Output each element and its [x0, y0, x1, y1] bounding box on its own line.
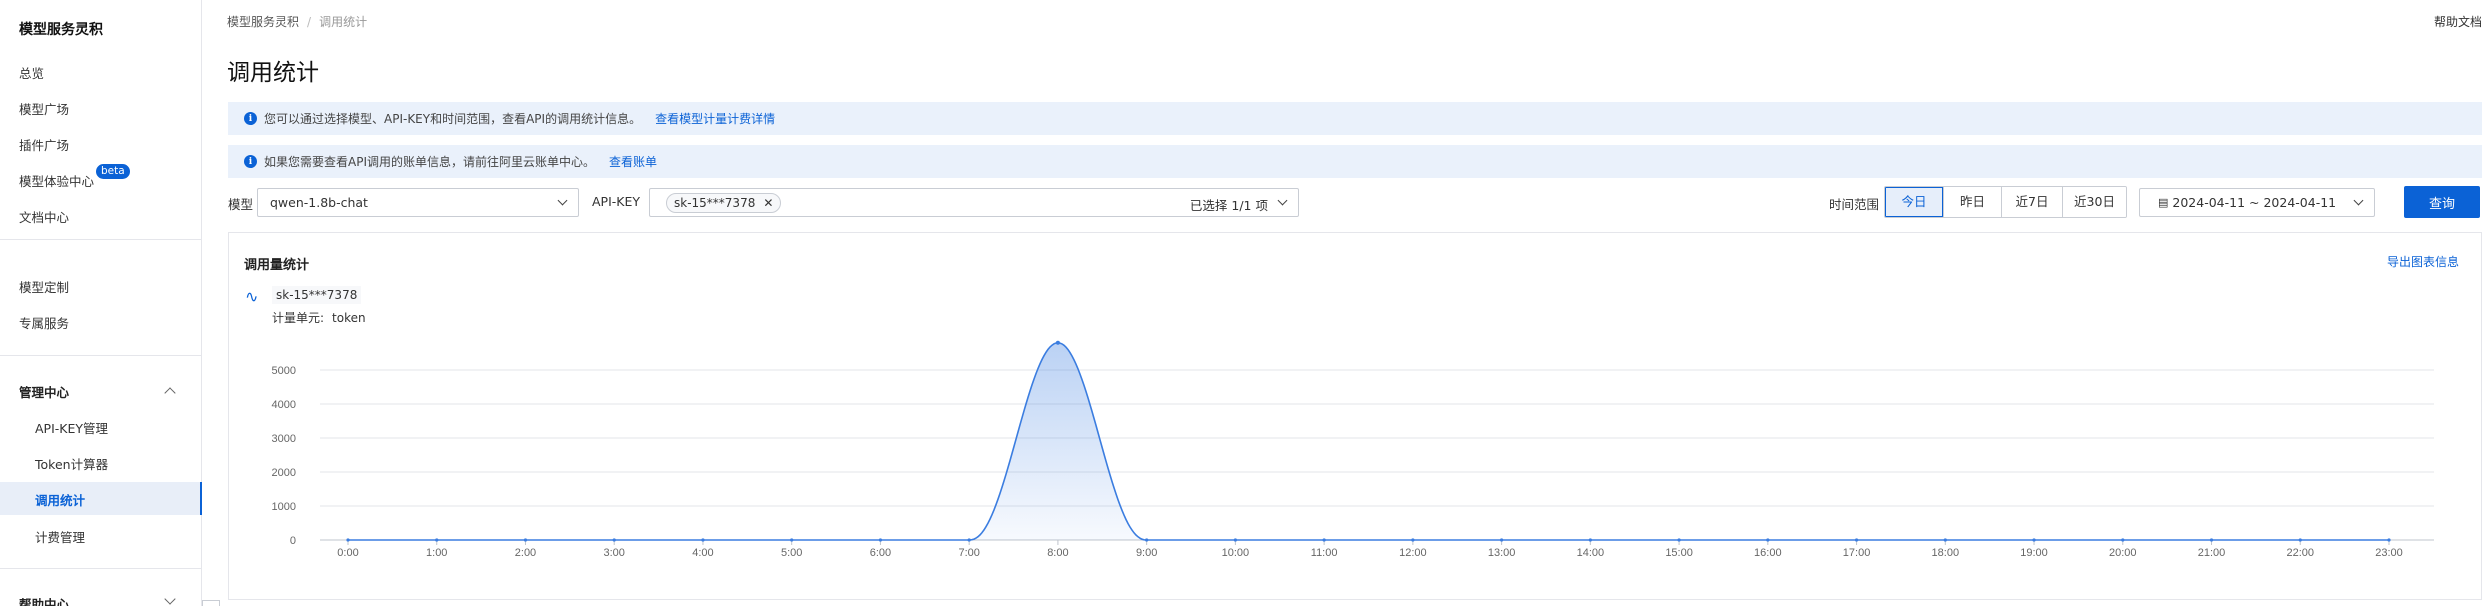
x-tick-label: 18:00: [1932, 547, 1960, 559]
x-tick-label: 15:00: [1665, 547, 1693, 559]
y-tick-label: 2000: [272, 467, 296, 479]
x-tick-label: 6:00: [870, 547, 891, 559]
x-tick-label: 11:00: [1311, 547, 1338, 559]
data-point: [1145, 538, 1149, 542]
y-tick-label: 4000: [272, 399, 296, 411]
data-point: [2121, 538, 2125, 542]
x-tick-label: 13:00: [1488, 547, 1516, 559]
data-point: [1588, 538, 1592, 542]
app-root: 模型服务灵积 总览 模型广场 插件广场 模型体验中心beta 文档中心 模型定制…: [0, 0, 2487, 606]
data-point: [435, 538, 439, 542]
x-tick-label: 19:00: [2020, 547, 2048, 559]
x-tick-label: 1:00: [426, 547, 447, 559]
y-tick-label: 0: [290, 535, 296, 547]
x-tick-label: 10:00: [1222, 547, 1250, 559]
data-point: [967, 538, 971, 542]
data-point: [1233, 538, 1237, 542]
x-tick-label: 0:00: [337, 547, 358, 559]
data-point: [1500, 538, 1504, 542]
data-point: [1055, 340, 1060, 345]
y-tick-label: 3000: [272, 433, 296, 445]
x-tick-label: 17:00: [1843, 547, 1871, 559]
x-tick-label: 23:00: [2375, 547, 2403, 559]
data-point: [2032, 538, 2036, 542]
usage-line-chart: 0 1000 2000 3000 4000 5000 0:00 1:00 2:00 3:00 4:0…: [272, 340, 2434, 559]
data-point: [2209, 538, 2214, 542]
x-tick-label: 3:00: [604, 547, 625, 559]
x-tick-label: 22:00: [2286, 547, 2314, 559]
data-point: [2298, 538, 2302, 542]
data-point: [790, 538, 794, 542]
series-area: [348, 342, 2389, 540]
series-line: [348, 341, 2388, 541]
data-point: [523, 538, 528, 542]
x-tick-label: 12:00: [1399, 547, 1427, 559]
data-point: [1411, 538, 1415, 542]
data-point: [1854, 538, 1859, 542]
data-point: [346, 538, 350, 542]
data-point: [701, 538, 705, 542]
x-tick-label: 16:00: [1754, 547, 1782, 559]
data-point: [612, 538, 616, 542]
y-tick-label: 1000: [272, 501, 296, 513]
data-point: [2387, 538, 2391, 542]
data-point: [1766, 538, 1770, 542]
x-tick-label: 5:00: [781, 547, 802, 559]
x-tick-label: 9:00: [1136, 547, 1157, 559]
x-tick-label: 7:00: [958, 547, 979, 559]
x-tick-label: 20:00: [2109, 547, 2137, 559]
x-tick-label: 21:00: [2198, 547, 2226, 559]
x-tick-label: 4:00: [692, 547, 713, 559]
y-tick-label: 5000: [272, 365, 296, 377]
data-point: [878, 538, 883, 542]
data-point: [1677, 538, 1681, 542]
data-point: [1322, 538, 1326, 542]
data-point: [1943, 538, 1947, 542]
x-tick-label: 14:00: [1577, 547, 1605, 559]
x-tick-label: 8:00: [1047, 547, 1068, 559]
x-tick-label: 2:00: [515, 547, 536, 559]
